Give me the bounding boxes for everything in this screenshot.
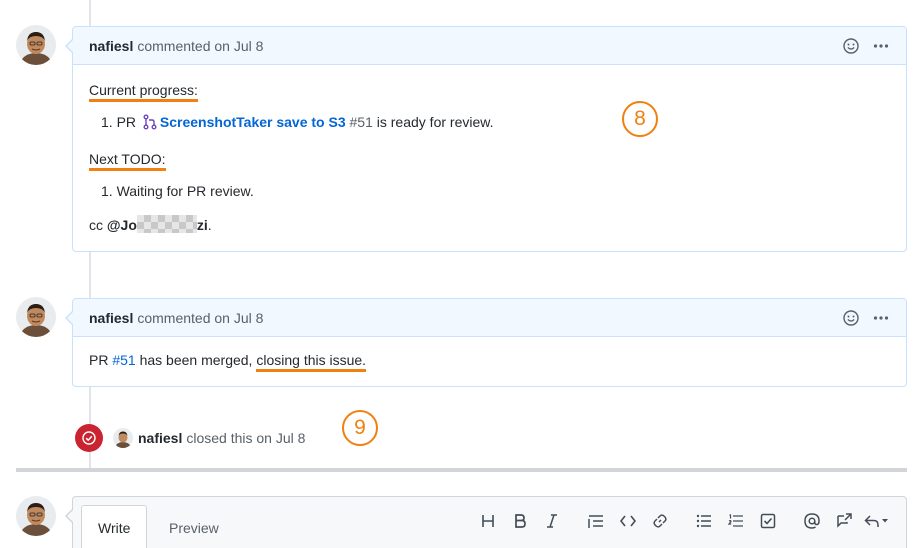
- comment-timestamp[interactable]: commented on Jul 8: [137, 310, 263, 326]
- mention-start: @Jo: [106, 217, 137, 233]
- code-icon[interactable]: [612, 511, 644, 531]
- numbered-list-icon[interactable]: [720, 511, 752, 531]
- comment-editor: Write Preview: [65, 496, 907, 548]
- list-item: 1. PR ScreenshotTaker save to S3 #51 is …: [101, 112, 890, 135]
- avatar[interactable]: [113, 428, 133, 448]
- pr-number-link[interactable]: #51: [350, 114, 373, 130]
- pr-prefix: PR: [89, 352, 109, 368]
- more-options-icon[interactable]: [872, 309, 890, 327]
- todo-heading: Next TODO:: [89, 151, 166, 171]
- list-item-suffix: is ready for review.: [376, 114, 494, 130]
- comment-timestamp[interactable]: commented on Jul 8: [137, 38, 263, 54]
- event-author[interactable]: nafiesl: [138, 430, 182, 446]
- list-item: 1. Waiting for PR review.: [101, 183, 254, 199]
- comment-author[interactable]: nafiesl: [89, 38, 133, 54]
- comment-card: nafiesl commented on Jul 8 PR #51 has be…: [65, 298, 907, 387]
- pr-title-link[interactable]: ScreenshotTaker save to S3: [160, 114, 346, 130]
- user-avatar-icon: [16, 297, 56, 337]
- comment-card: nafiesl commented on Jul 8 Current progr…: [65, 26, 907, 252]
- user-avatar-icon: [16, 496, 56, 536]
- user-avatar-icon: [16, 25, 56, 65]
- heading-icon[interactable]: [472, 511, 504, 531]
- event-text: closed this on Jul 8: [186, 430, 306, 446]
- user-avatar-icon: [113, 428, 133, 448]
- add-reaction-icon[interactable]: [842, 309, 860, 327]
- more-options-icon[interactable]: [872, 37, 890, 55]
- link-icon[interactable]: [644, 511, 676, 531]
- pr-number-link[interactable]: #51: [112, 352, 135, 368]
- italic-icon[interactable]: [536, 511, 568, 531]
- add-reaction-icon[interactable]: [842, 37, 860, 55]
- annotation-badge: 9: [342, 410, 378, 446]
- comment-author[interactable]: nafiesl: [89, 310, 133, 326]
- mention-end: zi: [196, 217, 208, 233]
- cross-reference-icon[interactable]: [828, 511, 860, 531]
- bold-icon[interactable]: [504, 511, 536, 531]
- quote-icon[interactable]: [580, 511, 612, 531]
- redacted-blur: [136, 215, 197, 233]
- comment-header: nafiesl commented on Jul 8: [73, 27, 906, 65]
- cc-label: cc: [89, 217, 103, 233]
- tab-preview[interactable]: Preview: [153, 505, 235, 548]
- comment-body: PR #51 has been merged, closing this iss…: [73, 337, 906, 386]
- timeline-divider: [16, 468, 907, 472]
- list-item-prefix: 1. PR: [101, 114, 137, 130]
- comment-body: Current progress: 1. PR ScreenshotTaker …: [73, 65, 906, 251]
- closing-text: closing this issue.: [256, 352, 367, 372]
- mention-icon[interactable]: [796, 511, 828, 531]
- avatar[interactable]: [16, 496, 56, 536]
- progress-heading: Current progress:: [89, 82, 198, 102]
- cc-suffix: .: [207, 217, 212, 233]
- markdown-toolbar: [472, 511, 894, 531]
- avatar[interactable]: [16, 25, 56, 65]
- user-mention-link[interactable]: @Jo zi: [106, 215, 208, 233]
- pull-request-icon: [142, 114, 158, 135]
- avatar[interactable]: [16, 297, 56, 337]
- bulleted-list-icon[interactable]: [688, 511, 720, 531]
- annotation-badge: 8: [622, 101, 658, 137]
- issue-closed-icon: [75, 424, 103, 452]
- merged-text: has been merged,: [139, 352, 253, 368]
- task-list-icon[interactable]: [752, 511, 784, 531]
- comment-header: nafiesl commented on Jul 8: [73, 299, 906, 337]
- tab-write[interactable]: Write: [81, 505, 148, 548]
- closed-event: nafiesl closed this on Jul 8: [75, 424, 305, 452]
- reply-icon[interactable]: [860, 511, 894, 531]
